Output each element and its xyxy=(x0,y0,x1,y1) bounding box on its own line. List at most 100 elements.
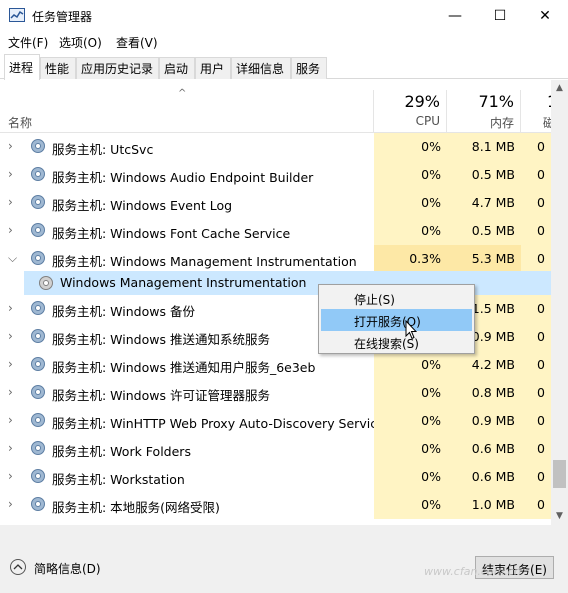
disk-cell: 0 xyxy=(521,351,551,379)
process-name: 服务主机: WinHTTP Web Proxy Auto-Discovery S… xyxy=(52,416,385,431)
tab-startup[interactable]: 启动 xyxy=(159,57,195,79)
process-row[interactable]: › 服务主机: Work Folders 0% 0.6 MB 0 xyxy=(0,435,551,463)
cpu-cell: 0% xyxy=(374,407,447,435)
disk-cell: 0 xyxy=(521,189,551,217)
chevron-down-icon[interactable]: ⌵ xyxy=(8,251,20,266)
disk-cell: 0 xyxy=(521,245,551,273)
memory-cell: 0.5 MB xyxy=(447,161,521,189)
vertical-scrollbar[interactable]: ▲ ▼ xyxy=(551,80,568,525)
disk-value: 0 xyxy=(537,195,545,210)
process-name: 服务主机: Workstation xyxy=(52,472,185,487)
cpu-cell: 0% xyxy=(374,161,447,189)
memory-value: 0.6 MB xyxy=(471,441,515,456)
memory-value: 0.5 MB xyxy=(471,167,515,182)
chevron-right-icon[interactable]: › xyxy=(8,195,20,209)
memory-value: 0.8 MB xyxy=(471,385,515,400)
chevron-right-icon[interactable]: › xyxy=(8,167,20,181)
tab-users[interactable]: 用户 xyxy=(195,57,231,79)
process-row[interactable]: › 服务主机: 本地服务(网络受限) 0% 1.0 MB 0 xyxy=(0,491,551,519)
child-service-name: Windows Management Instrumentation xyxy=(60,275,307,290)
process-row[interactable]: ⌵ 服务主机: Windows Management Instrumentatio… xyxy=(0,245,551,273)
chevron-right-icon[interactable]: › xyxy=(8,469,20,483)
task-manager-icon xyxy=(9,8,25,22)
cpu-value: 0% xyxy=(421,167,441,182)
chevron-right-icon[interactable]: › xyxy=(8,441,20,455)
disk-value: 0 xyxy=(537,301,545,316)
cpu-cell: 0.3% xyxy=(374,245,447,273)
disk-cell: 0 xyxy=(521,217,551,245)
tab-services[interactable]: 服务 xyxy=(291,57,327,79)
process-row[interactable]: › 服务主机: Windows Event Log 0% 4.7 MB 0 xyxy=(0,189,551,217)
service-gear-icon xyxy=(30,328,46,344)
sort-up-icon: ^ xyxy=(178,88,187,99)
disk-cell: 0 xyxy=(521,491,551,519)
chevron-right-icon[interactable]: › xyxy=(8,497,20,511)
chevron-right-icon[interactable]: › xyxy=(8,413,20,427)
tab-performance[interactable]: 性能 xyxy=(40,57,76,79)
cpu-value: 0% xyxy=(421,357,441,372)
process-row[interactable]: › 服务主机: Windows 推送通知用户服务_6e3eb 0% 4.2 MB 0 xyxy=(0,351,551,379)
maximize-button[interactable]: ☐ xyxy=(477,0,523,32)
tab-details[interactable]: 详细信息 xyxy=(231,57,291,79)
disk-column-header[interactable]: 磁 xyxy=(521,114,551,131)
disk-cell: 0 xyxy=(521,463,551,491)
process-row[interactable]: › 服务主机: WinHTTP Web Proxy Auto-Discovery … xyxy=(0,407,551,435)
disk-value: 0 xyxy=(537,469,545,484)
scroll-thumb[interactable] xyxy=(553,460,566,488)
process-name: 服务主机: Windows Font Cache Service xyxy=(52,226,291,241)
disk-value: 0 xyxy=(537,139,545,154)
service-gear-icon xyxy=(30,440,46,456)
chevron-right-icon[interactable]: › xyxy=(8,223,20,237)
context-search-online[interactable]: 在线搜索(S) xyxy=(321,331,472,353)
disk-cell: 0 xyxy=(521,323,551,351)
context-menu: 停止(S) 打开服务(O) 在线搜索(S) xyxy=(318,284,475,354)
disk-value: 0 xyxy=(537,413,545,428)
cpu-value: 0% xyxy=(421,441,441,456)
cpu-value: 0% xyxy=(421,385,441,400)
chevron-right-icon[interactable]: › xyxy=(8,139,20,153)
process-row[interactable]: › 服务主机: Workstation 0% 0.6 MB 0 xyxy=(0,463,551,491)
chevron-right-icon[interactable]: › xyxy=(8,329,20,343)
process-name: 服务主机: UtcSvc xyxy=(52,142,154,157)
scroll-down-icon[interactable]: ▼ xyxy=(551,508,568,525)
service-gear-icon xyxy=(30,468,46,484)
disk-value: 0 xyxy=(537,167,545,182)
chevron-right-icon[interactable]: › xyxy=(8,357,20,371)
horizontal-scrollbar[interactable] xyxy=(0,525,568,542)
context-open-services[interactable]: 打开服务(O) xyxy=(321,309,472,331)
collapse-icon[interactable] xyxy=(10,559,26,575)
column-header: ^ 名称 29% CPU 71% 内存 1 磁 xyxy=(0,80,551,133)
menu-options[interactable]: 选项(O) xyxy=(59,34,102,51)
process-name: 服务主机: 本地服务(网络受限) xyxy=(52,500,220,515)
context-stop[interactable]: 停止(S) xyxy=(321,287,472,309)
service-gear-icon xyxy=(38,275,54,291)
menu-view[interactable]: 查看(V) xyxy=(116,34,158,51)
disk-cell: 0 xyxy=(521,407,551,435)
menu-file[interactable]: 文件(F) xyxy=(8,34,48,51)
process-row[interactable]: › 服务主机: Windows Font Cache Service 0% 0.5 M… xyxy=(0,217,551,245)
cpu-column-header[interactable]: CPU xyxy=(374,114,440,128)
brief-info-link[interactable]: 简略信息(D) xyxy=(34,560,101,577)
cpu-cell: 0% xyxy=(374,491,447,519)
disk-value: 0 xyxy=(537,497,545,512)
chevron-right-icon[interactable]: › xyxy=(8,301,20,315)
memory-column-header[interactable]: 内存 xyxy=(447,114,514,131)
minimize-button[interactable]: — xyxy=(432,0,478,32)
tab-app-history[interactable]: 应用历史记录 xyxy=(76,57,159,79)
memory-cell: 0.6 MB xyxy=(447,463,521,491)
close-button[interactable]: ✕ xyxy=(522,0,568,32)
column-name-header[interactable]: 名称 xyxy=(8,114,32,131)
tab-processes[interactable]: 进程 xyxy=(4,54,40,80)
memory-cell: 1.0 MB xyxy=(447,491,521,519)
chevron-right-icon[interactable]: › xyxy=(8,385,20,399)
process-row[interactable]: › 服务主机: UtcSvc 0% 8.1 MB 0 xyxy=(0,133,551,161)
cpu-cell: 0% xyxy=(374,463,447,491)
scroll-up-icon[interactable]: ▲ xyxy=(551,80,568,97)
process-row[interactable]: › 服务主机: Windows 许可证管理器服务 0% 0.8 MB 0 xyxy=(0,379,551,407)
cpu-value: 0% xyxy=(421,469,441,484)
disk-cell: 0 xyxy=(521,379,551,407)
process-row[interactable]: › 服务主机: Windows Audio Endpoint Builder 0% 0… xyxy=(0,161,551,189)
cpu-cell: 0% xyxy=(374,435,447,463)
process-name: 服务主机: Windows Event Log xyxy=(52,198,233,213)
memory-cell: 0.9 MB xyxy=(447,407,521,435)
